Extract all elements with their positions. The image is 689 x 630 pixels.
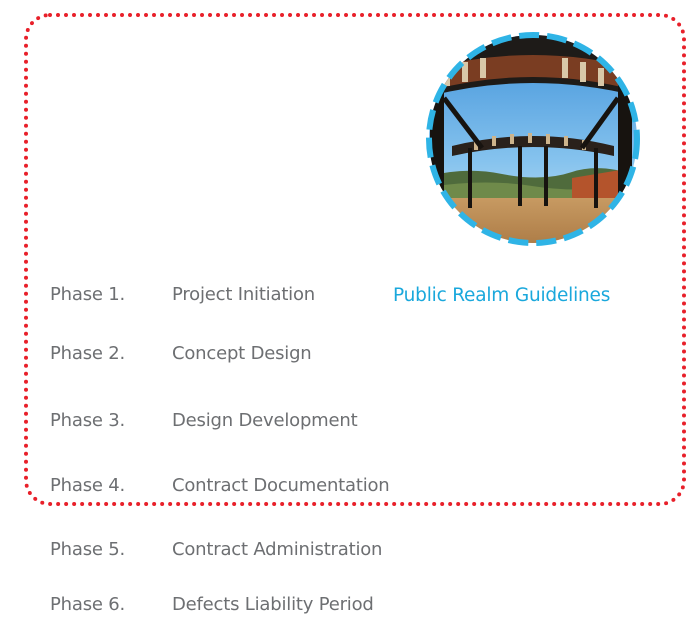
phase-number: Phase 6. bbox=[50, 594, 126, 615]
phase-number: Phase 4. bbox=[50, 475, 126, 496]
site-photo-illustration bbox=[426, 32, 640, 246]
phase-number: Phase 3. bbox=[50, 410, 126, 431]
phase-number: Phase 5. bbox=[50, 539, 126, 560]
phase-title: Project Initiation bbox=[172, 284, 315, 305]
phase-title: Concept Design bbox=[172, 343, 312, 364]
site-photo bbox=[422, 28, 644, 250]
phase-number: Phase 2. bbox=[50, 343, 126, 364]
phase-number: Phase 1. bbox=[50, 284, 126, 305]
phase-title: Defects Liability Period bbox=[172, 594, 374, 615]
public-realm-guidelines-label: Public Realm Guidelines bbox=[393, 285, 611, 306]
phase-title: Contract Documentation bbox=[172, 475, 390, 496]
phase-title: Contract Administration bbox=[172, 539, 383, 560]
phase-title: Design Development bbox=[172, 410, 358, 431]
